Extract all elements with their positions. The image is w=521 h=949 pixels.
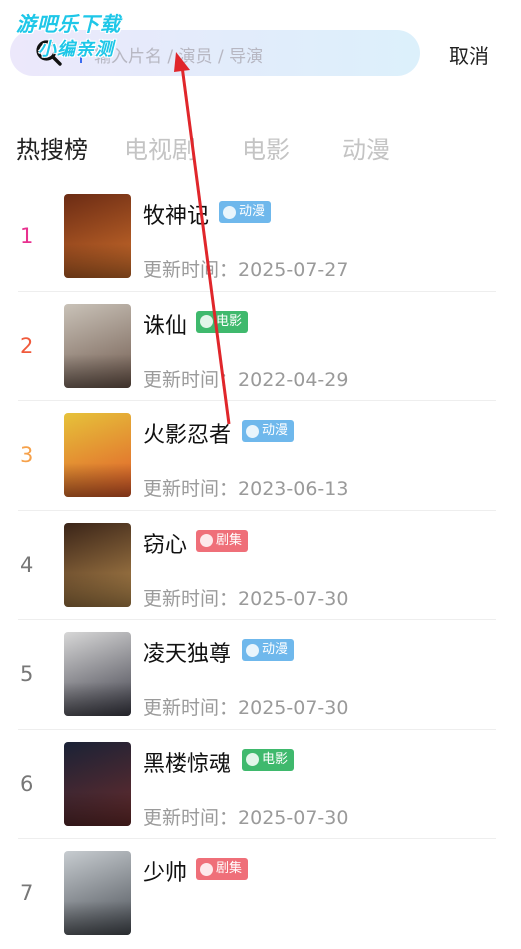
item-title: 凌天独尊: [143, 642, 232, 667]
update-time: 更新时间：2023-06-13: [143, 478, 349, 500]
item-title: 少帅: [143, 861, 188, 886]
list-item[interactable]: 4 窃心 剧集 更新时间：2025-07-30: [0, 511, 521, 620]
film-reel-icon: [200, 315, 213, 328]
update-time: 更新时间：2025-07-30: [143, 806, 349, 829]
tab-hot[interactable]: 热搜榜: [16, 130, 88, 165]
hot-search-list: 1 牧神记 动漫 更新时间：2025-07-27 2 诛仙 电影 更新时间：20…: [0, 182, 521, 949]
item-title: 窃心: [143, 532, 188, 558]
list-item[interactable]: 7 少帅 剧集: [0, 839, 521, 949]
item-title: 诛仙: [143, 313, 188, 339]
anime-icon: [246, 424, 259, 438]
tab-tv[interactable]: 电视剧: [124, 130, 196, 165]
category-tag: 动漫: [242, 639, 295, 661]
search-placeholder: 输入片名 / 演员 / 导演: [94, 47, 264, 67]
category-tag: 动漫: [219, 201, 272, 223]
update-time: 更新时间：2022-04-29: [143, 368, 349, 391]
update-time: 更新时间：2025-07-30: [143, 697, 349, 719]
list-item[interactable]: 3 火影忍者 动漫 更新时间：2023-06-13: [0, 401, 521, 511]
rank-number: 2: [20, 333, 34, 358]
rank-number: 3: [20, 443, 34, 467]
category-tag: 电影: [242, 748, 295, 771]
poster-thumbnail: [64, 303, 131, 388]
search-input[interactable]: 输入片名 / 演员 / 导演: [10, 30, 420, 76]
category-tag: 剧集: [196, 858, 249, 880]
list-item[interactable]: 5 凌天独尊 动漫 更新时间：2025-07-30: [0, 620, 521, 730]
tab-anime[interactable]: 动漫: [342, 130, 390, 165]
category-tag: 剧集: [196, 529, 249, 552]
rank-number: 6: [20, 771, 34, 796]
list-item[interactable]: 1 牧神记 动漫 更新时间：2025-07-27: [0, 182, 521, 292]
list-item[interactable]: 6 黑楼惊魂 电影 更新时间：2025-07-30: [0, 730, 521, 839]
update-time: 更新时间：2025-07-30: [143, 587, 349, 610]
item-title: 牧神记: [143, 204, 210, 229]
tv-icon: [200, 534, 213, 547]
rank-number: 4: [20, 552, 34, 577]
tv-icon: [200, 862, 213, 876]
rank-number: 7: [20, 881, 34, 905]
rank-number: 5: [20, 662, 34, 686]
anime-icon: [223, 205, 236, 219]
poster-thumbnail: [64, 522, 131, 607]
film-reel-icon: [246, 753, 259, 766]
category-tag: 动漫: [242, 420, 295, 442]
item-title: 黑楼惊魂: [143, 751, 232, 777]
poster-thumbnail: [64, 851, 131, 935]
list-item[interactable]: 2 诛仙 电影 更新时间：2022-04-29: [0, 292, 521, 401]
cancel-button[interactable]: 取消: [449, 40, 489, 69]
poster-thumbnail: [64, 413, 131, 497]
item-title: 火影忍者: [143, 423, 232, 448]
rank-number: 1: [20, 224, 34, 248]
tab-movie[interactable]: 电影: [242, 130, 290, 165]
search-icon: [36, 40, 62, 66]
poster-thumbnail: [64, 632, 131, 716]
poster-thumbnail: [64, 194, 131, 278]
category-tag: 电影: [196, 310, 249, 333]
poster-thumbnail: [64, 741, 131, 826]
anime-icon: [246, 643, 259, 657]
update-time: 更新时间：2025-07-27: [143, 259, 349, 281]
text-cursor: [80, 43, 82, 63]
